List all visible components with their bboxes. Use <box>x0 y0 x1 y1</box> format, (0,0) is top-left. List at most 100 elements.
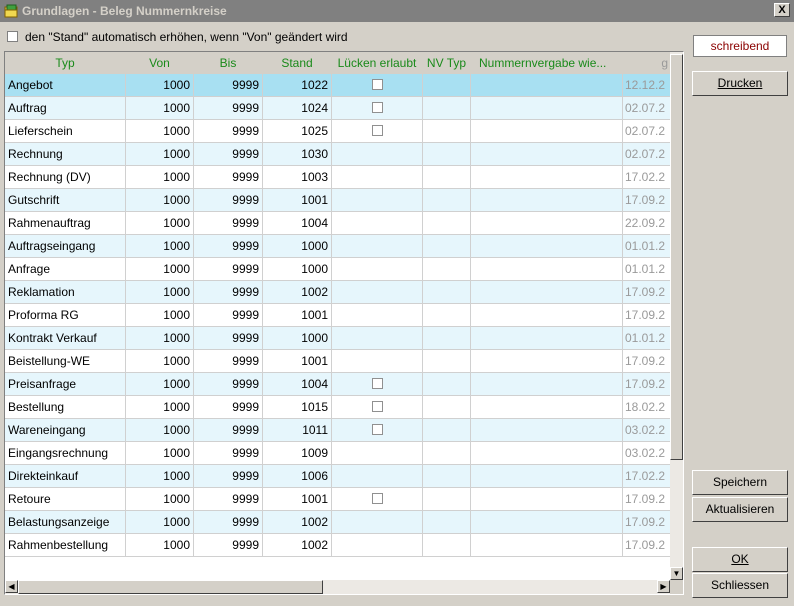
arrow-down-icon[interactable]: ▼ <box>670 567 683 580</box>
cell-luecken[interactable] <box>332 120 423 143</box>
cell-typ[interactable]: Proforma RG <box>5 304 126 327</box>
cell-nvtyp[interactable] <box>423 189 471 212</box>
cell-von[interactable]: 1000 <box>126 281 194 304</box>
cell-geaendert[interactable]: 02.07.2 <box>623 120 670 143</box>
cell-stand[interactable]: 1004 <box>263 373 332 396</box>
cell-nummernvergabe[interactable] <box>471 258 623 281</box>
cell-luecken[interactable] <box>332 166 423 189</box>
cell-von[interactable]: 1000 <box>126 373 194 396</box>
cell-geaendert[interactable]: 17.02.2 <box>623 465 670 488</box>
cell-nummernvergabe[interactable] <box>471 235 623 258</box>
cell-von[interactable]: 1000 <box>126 488 194 511</box>
cell-geaendert[interactable]: 01.01.2 <box>623 235 670 258</box>
table-row[interactable]: Proforma RG 1000 9999 1001 17.09.2 <box>5 304 670 327</box>
cell-stand[interactable]: 1000 <box>263 258 332 281</box>
cell-geaendert[interactable]: 17.09.2 <box>623 350 670 373</box>
cell-bis[interactable]: 9999 <box>194 120 263 143</box>
column-header-nummernvergabe[interactable]: Nummernvergabe wie... <box>471 52 623 74</box>
cell-bis[interactable]: 9999 <box>194 304 263 327</box>
cell-stand[interactable]: 1002 <box>263 281 332 304</box>
table-row[interactable]: Rechnung 1000 9999 1030 02.07.2 <box>5 143 670 166</box>
column-header-nvtyp[interactable]: NV Typ <box>423 52 471 74</box>
auto-increment-checkbox[interactable] <box>7 31 18 43</box>
cell-nvtyp[interactable] <box>423 143 471 166</box>
cell-bis[interactable]: 9999 <box>194 396 263 419</box>
cell-nvtyp[interactable] <box>423 511 471 534</box>
cell-stand[interactable]: 1024 <box>263 97 332 120</box>
cell-nvtyp[interactable] <box>423 120 471 143</box>
cell-stand[interactable]: 1003 <box>263 166 332 189</box>
cell-geaendert[interactable]: 17.09.2 <box>623 189 670 212</box>
cell-bis[interactable]: 9999 <box>194 350 263 373</box>
cell-bis[interactable]: 9999 <box>194 373 263 396</box>
cell-bis[interactable]: 9999 <box>194 235 263 258</box>
aktualisieren-button[interactable]: Aktualisieren <box>692 497 788 522</box>
cell-nummernvergabe[interactable] <box>471 396 623 419</box>
cell-nvtyp[interactable] <box>423 534 471 557</box>
cell-bis[interactable]: 9999 <box>194 258 263 281</box>
table-row[interactable]: Preisanfrage 1000 9999 1004 17.09.2 <box>5 373 670 396</box>
cell-luecken[interactable] <box>332 212 423 235</box>
cell-nvtyp[interactable] <box>423 373 471 396</box>
cell-geaendert[interactable]: 17.09.2 <box>623 488 670 511</box>
cell-bis[interactable]: 9999 <box>194 327 263 350</box>
cell-von[interactable]: 1000 <box>126 143 194 166</box>
cell-stand[interactable]: 1015 <box>263 396 332 419</box>
cell-luecken[interactable] <box>332 235 423 258</box>
schliessen-button[interactable]: Schliessen <box>692 573 788 598</box>
cell-geaendert[interactable]: 12.12.2 <box>623 74 670 97</box>
cell-luecken[interactable] <box>332 350 423 373</box>
cell-geaendert[interactable]: 01.01.2 <box>623 327 670 350</box>
table-row[interactable]: Anfrage 1000 9999 1000 01.01.2 <box>5 258 670 281</box>
table-row[interactable]: Auftrag 1000 9999 1024 02.07.2 <box>5 97 670 120</box>
cell-nummernvergabe[interactable] <box>471 511 623 534</box>
cell-typ[interactable]: Kontrakt Verkauf <box>5 327 126 350</box>
cell-typ[interactable]: Auftragseingang <box>5 235 126 258</box>
cell-typ[interactable]: Rahmenbestellung <box>5 534 126 557</box>
table-row[interactable]: Rahmenbestellung 1000 9999 1002 17.09.2 <box>5 534 670 557</box>
cell-bis[interactable]: 9999 <box>194 488 263 511</box>
cell-bis[interactable]: 9999 <box>194 189 263 212</box>
cell-nvtyp[interactable] <box>423 281 471 304</box>
cell-von[interactable]: 1000 <box>126 511 194 534</box>
cell-luecken[interactable] <box>332 304 423 327</box>
cell-stand[interactable]: 1025 <box>263 120 332 143</box>
cell-bis[interactable]: 9999 <box>194 534 263 557</box>
table-row[interactable]: Retoure 1000 9999 1001 17.09.2 <box>5 488 670 511</box>
luecken-checkbox[interactable] <box>371 125 383 137</box>
cell-nvtyp[interactable] <box>423 442 471 465</box>
cell-geaendert[interactable]: 17.09.2 <box>623 373 670 396</box>
table-row[interactable]: Bestellung 1000 9999 1015 18.02.2 <box>5 396 670 419</box>
cell-typ[interactable]: Reklamation <box>5 281 126 304</box>
table-row[interactable]: Rechnung (DV) 1000 9999 1003 17.02.2 <box>5 166 670 189</box>
cell-von[interactable]: 1000 <box>126 465 194 488</box>
cell-luecken[interactable] <box>332 419 423 442</box>
table-row[interactable]: Reklamation 1000 9999 1002 17.09.2 <box>5 281 670 304</box>
cell-nummernvergabe[interactable] <box>471 166 623 189</box>
cell-nummernvergabe[interactable] <box>471 442 623 465</box>
cell-luecken[interactable] <box>332 442 423 465</box>
cell-nvtyp[interactable] <box>423 97 471 120</box>
cell-bis[interactable]: 9999 <box>194 143 263 166</box>
cell-nvtyp[interactable] <box>423 396 471 419</box>
cell-von[interactable]: 1000 <box>126 212 194 235</box>
cell-stand[interactable]: 1001 <box>263 304 332 327</box>
luecken-checkbox[interactable] <box>371 424 383 436</box>
cell-stand[interactable]: 1004 <box>263 212 332 235</box>
cell-nummernvergabe[interactable] <box>471 120 623 143</box>
cell-nvtyp[interactable] <box>423 327 471 350</box>
cell-geaendert[interactable]: 02.07.2 <box>623 143 670 166</box>
cell-nvtyp[interactable] <box>423 258 471 281</box>
cell-nummernvergabe[interactable] <box>471 419 623 442</box>
table-row[interactable]: Gutschrift 1000 9999 1001 17.09.2 <box>5 189 670 212</box>
cell-stand[interactable]: 1006 <box>263 465 332 488</box>
cell-typ[interactable]: Lieferschein <box>5 120 126 143</box>
cell-nvtyp[interactable] <box>423 465 471 488</box>
cell-nummernvergabe[interactable] <box>471 373 623 396</box>
cell-von[interactable]: 1000 <box>126 442 194 465</box>
cell-luecken[interactable] <box>332 511 423 534</box>
cell-nummernvergabe[interactable] <box>471 327 623 350</box>
cell-luecken[interactable] <box>332 258 423 281</box>
cell-typ[interactable]: Auftrag <box>5 97 126 120</box>
cell-geaendert[interactable]: 02.07.2 <box>623 97 670 120</box>
